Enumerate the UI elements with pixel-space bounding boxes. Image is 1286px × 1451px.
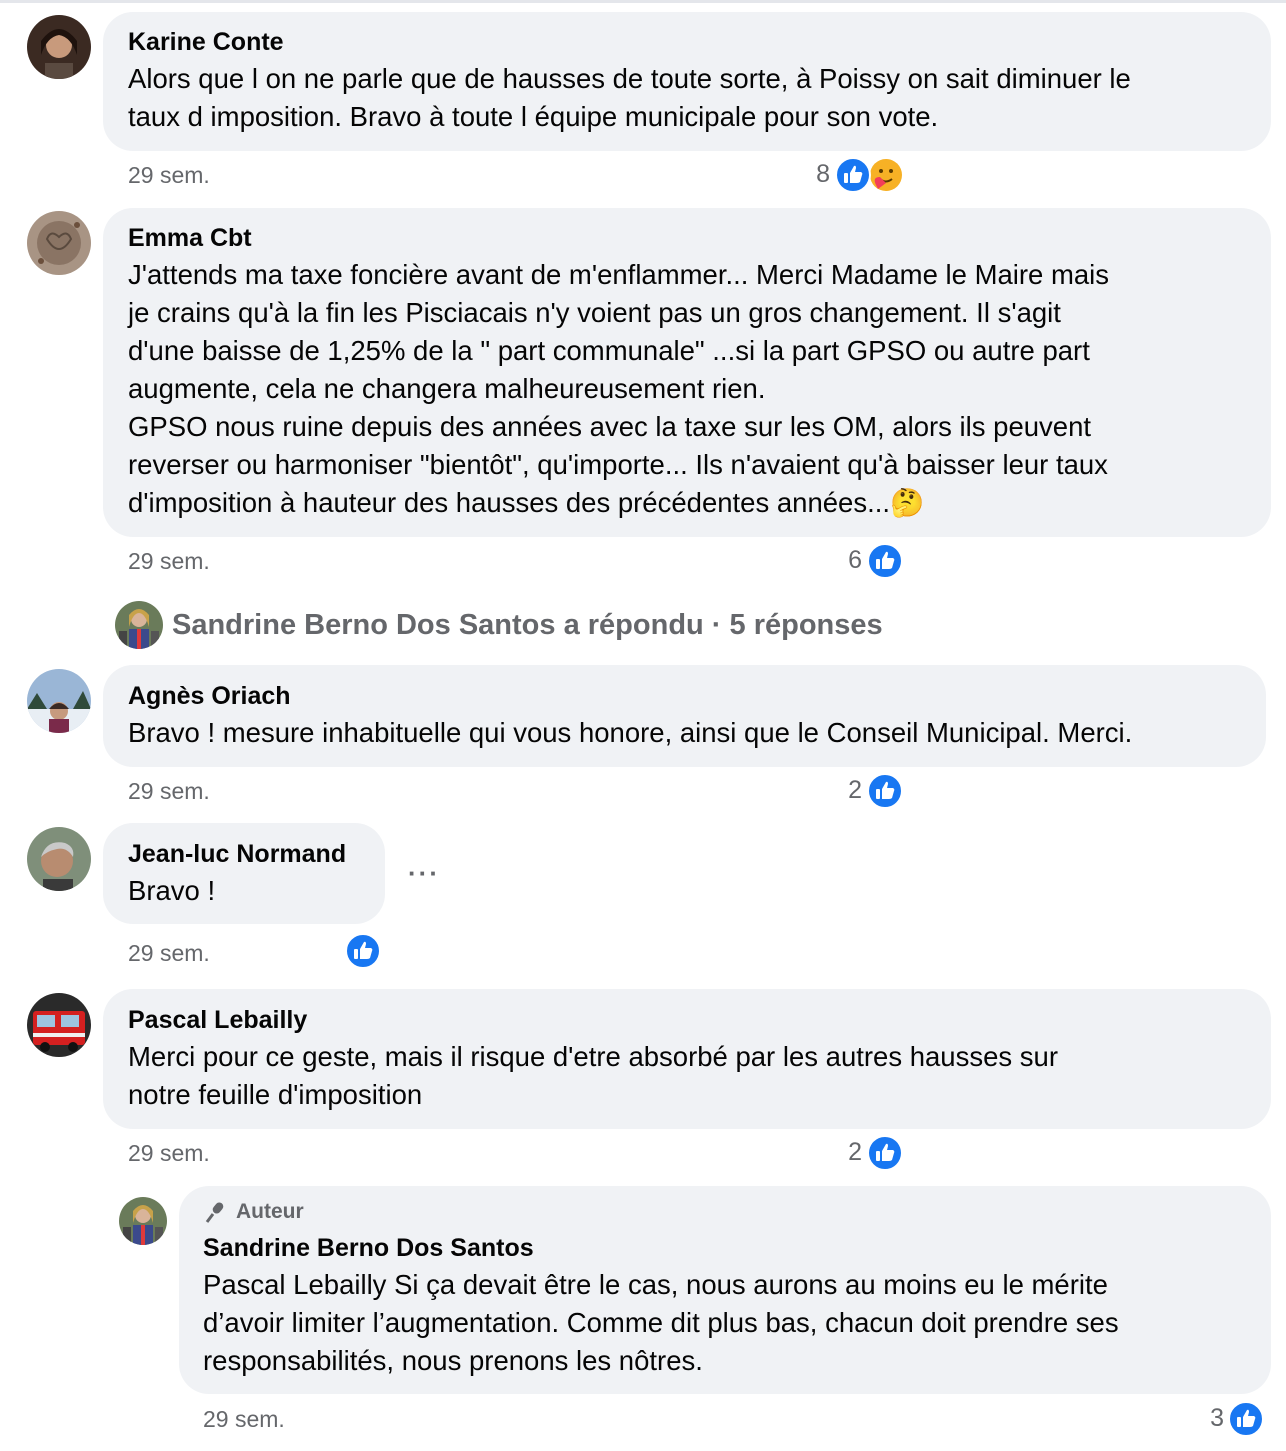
- reaction-count[interactable]: 6: [832, 546, 862, 575]
- reply-time[interactable]: 29 sem.: [203, 1406, 285, 1433]
- comment-time[interactable]: 29 sem.: [128, 940, 210, 967]
- comment-text: Bravo !: [128, 875, 216, 906]
- avatar[interactable]: [27, 827, 91, 891]
- reply-text: Pascal Lebailly Si ça devait être le cas…: [203, 1269, 1119, 1376]
- like-icon: [867, 1135, 903, 1171]
- avatar[interactable]: [27, 15, 91, 79]
- comment-author[interactable]: Pascal Lebailly: [128, 1006, 307, 1035]
- avatar[interactable]: [27, 993, 91, 1057]
- avatar[interactable]: [119, 1197, 167, 1245]
- comment-text: Alors que l on ne parle que de hausses d…: [128, 63, 1131, 132]
- avatar[interactable]: [115, 601, 163, 649]
- comment-time[interactable]: 29 sem.: [128, 548, 210, 575]
- comment-author[interactable]: Emma Cbt: [128, 224, 252, 253]
- reaction-count[interactable]: 3: [1194, 1404, 1224, 1433]
- reply-author[interactable]: Sandrine Berno Dos Santos: [203, 1234, 534, 1263]
- reaction-count[interactable]: 8: [800, 160, 830, 189]
- comment-text: J'attends ma taxe foncière avant de m'en…: [128, 259, 1110, 518]
- reaction-count[interactable]: 2: [832, 776, 862, 805]
- author-badge: Auteur: [236, 1200, 304, 1223]
- like-icon: [867, 543, 903, 579]
- like-icon[interactable]: [345, 933, 381, 969]
- like-icon: [1228, 1401, 1264, 1437]
- avatar[interactable]: [27, 669, 91, 733]
- comment-author[interactable]: Jean-luc Normand: [128, 840, 346, 869]
- reaction-count[interactable]: 2: [832, 1138, 862, 1167]
- like-icon: [867, 773, 903, 809]
- microphone-icon: [205, 1202, 224, 1223]
- comment-author[interactable]: Agnès Oriach: [128, 682, 291, 711]
- care-icon: [870, 159, 902, 191]
- comment-text: Bravo ! mesure inhabituelle qui vous hon…: [128, 717, 1133, 748]
- comment-time[interactable]: 29 sem.: [128, 778, 210, 805]
- comment-time[interactable]: 29 sem.: [128, 162, 210, 189]
- view-replies-link[interactable]: Sandrine Berno Dos Santos a répondu · 5 …: [172, 609, 883, 642]
- comment-time[interactable]: 29 sem.: [128, 1140, 210, 1167]
- comment-text: Merci pour ce geste, mais il risque d'et…: [128, 1041, 1058, 1110]
- more-icon[interactable]: ···: [408, 858, 440, 889]
- like-icon: [835, 157, 871, 193]
- top-divider: [0, 0, 1286, 3]
- avatar[interactable]: [27, 211, 91, 275]
- comment-author[interactable]: Karine Conte: [128, 28, 284, 57]
